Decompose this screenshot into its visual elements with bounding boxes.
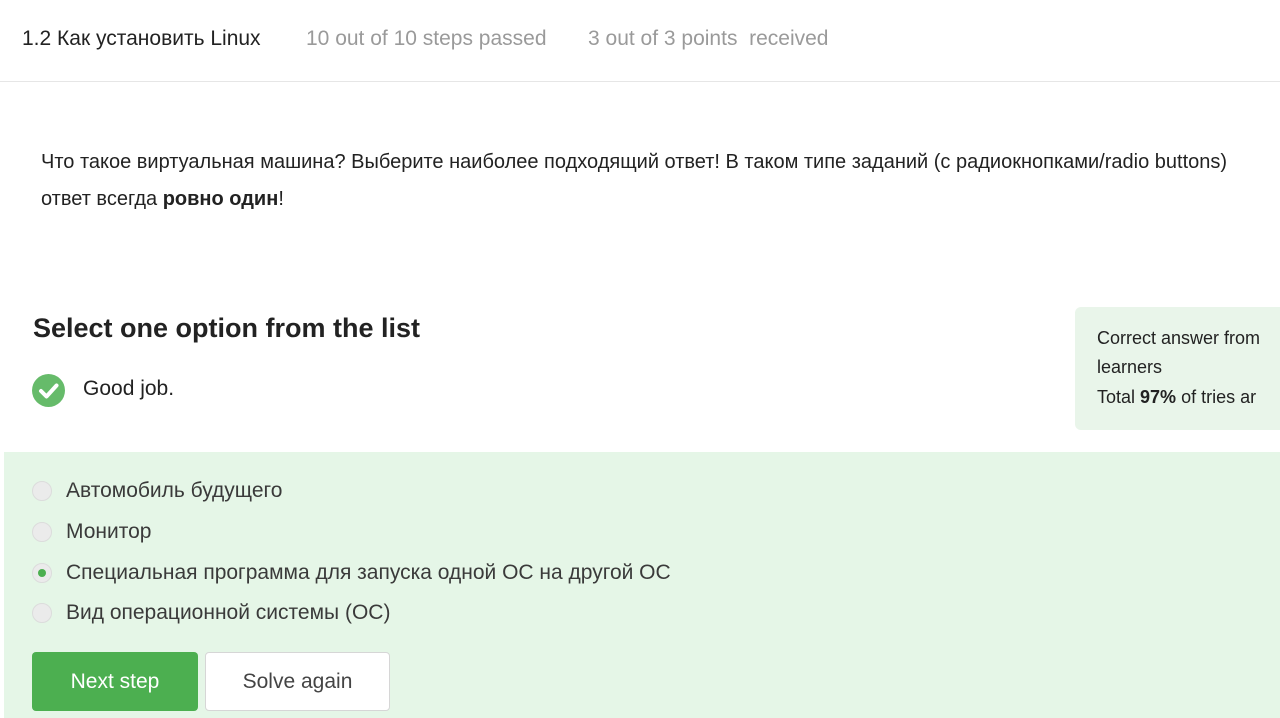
radio-button[interactable] bbox=[32, 481, 52, 501]
stats-total-suffix: of tries ar bbox=[1176, 387, 1257, 407]
option-label: Специальная программа для запуска одной … bbox=[66, 561, 671, 584]
question-line-2: ответ всегда ровно один! bbox=[41, 181, 1280, 218]
option-item[interactable]: Специальная программа для запуска одной … bbox=[32, 559, 932, 589]
stats-box: Correct answer from learners Total 97% o… bbox=[1075, 307, 1280, 430]
radio-button-selected[interactable] bbox=[32, 563, 52, 583]
solve-again-button[interactable]: Solve again bbox=[205, 652, 390, 711]
task-heading: Select one option from the list bbox=[33, 313, 421, 343]
option-label: Вид операционной системы (ОС) bbox=[66, 601, 391, 624]
lesson-title[interactable]: 1.2 Как установить Linux bbox=[22, 27, 261, 51]
stats-total-percent: 97% bbox=[1140, 387, 1177, 407]
question-line-2-text: ответ всегда bbox=[41, 188, 163, 210]
stats-correct-line-a: Correct answer from bbox=[1097, 328, 1261, 348]
stats-correct-learners: Correct answer from learners bbox=[1097, 324, 1260, 382]
radio-button[interactable] bbox=[32, 603, 52, 623]
stats-total-prefix: Total bbox=[1097, 387, 1141, 407]
next-step-button[interactable]: Next step bbox=[32, 652, 198, 711]
step-page: 1.2 Как установить Linux 10 out of 10 st… bbox=[0, 0, 1280, 718]
option-label: Монитор bbox=[66, 520, 152, 543]
radio-button[interactable] bbox=[32, 522, 52, 542]
question-line-1: Что такое виртуальная машина? Выберите н… bbox=[41, 151, 1228, 173]
question-text: Что такое виртуальная машина? Выберите н… bbox=[41, 144, 1280, 218]
option-label: Автомобиль будущего bbox=[66, 479, 283, 502]
answers-panel: Автомобиль будущего Монитор Специальная … bbox=[4, 452, 1280, 718]
option-item[interactable]: Монитор bbox=[32, 518, 932, 548]
question-line-2-end: ! bbox=[278, 188, 284, 210]
points-progress: 3 out of 3 points received bbox=[588, 27, 829, 50]
lesson-header: 1.2 Как установить Linux 10 out of 10 st… bbox=[0, 0, 1280, 82]
checkmark-glyph bbox=[39, 383, 59, 399]
option-item[interactable]: Вид операционной системы (ОС) bbox=[32, 599, 932, 629]
check-circle-icon bbox=[32, 374, 65, 407]
feedback-message: Good job. bbox=[83, 377, 175, 400]
question-emphasis: ровно один bbox=[162, 188, 279, 210]
stats-correct-line-b: learners bbox=[1097, 357, 1163, 377]
stats-total-tries: Total 97% of tries ar bbox=[1097, 387, 1256, 408]
steps-progress: 10 out of 10 steps passed bbox=[306, 27, 547, 50]
option-item[interactable]: Автомобиль будущего bbox=[32, 477, 932, 507]
